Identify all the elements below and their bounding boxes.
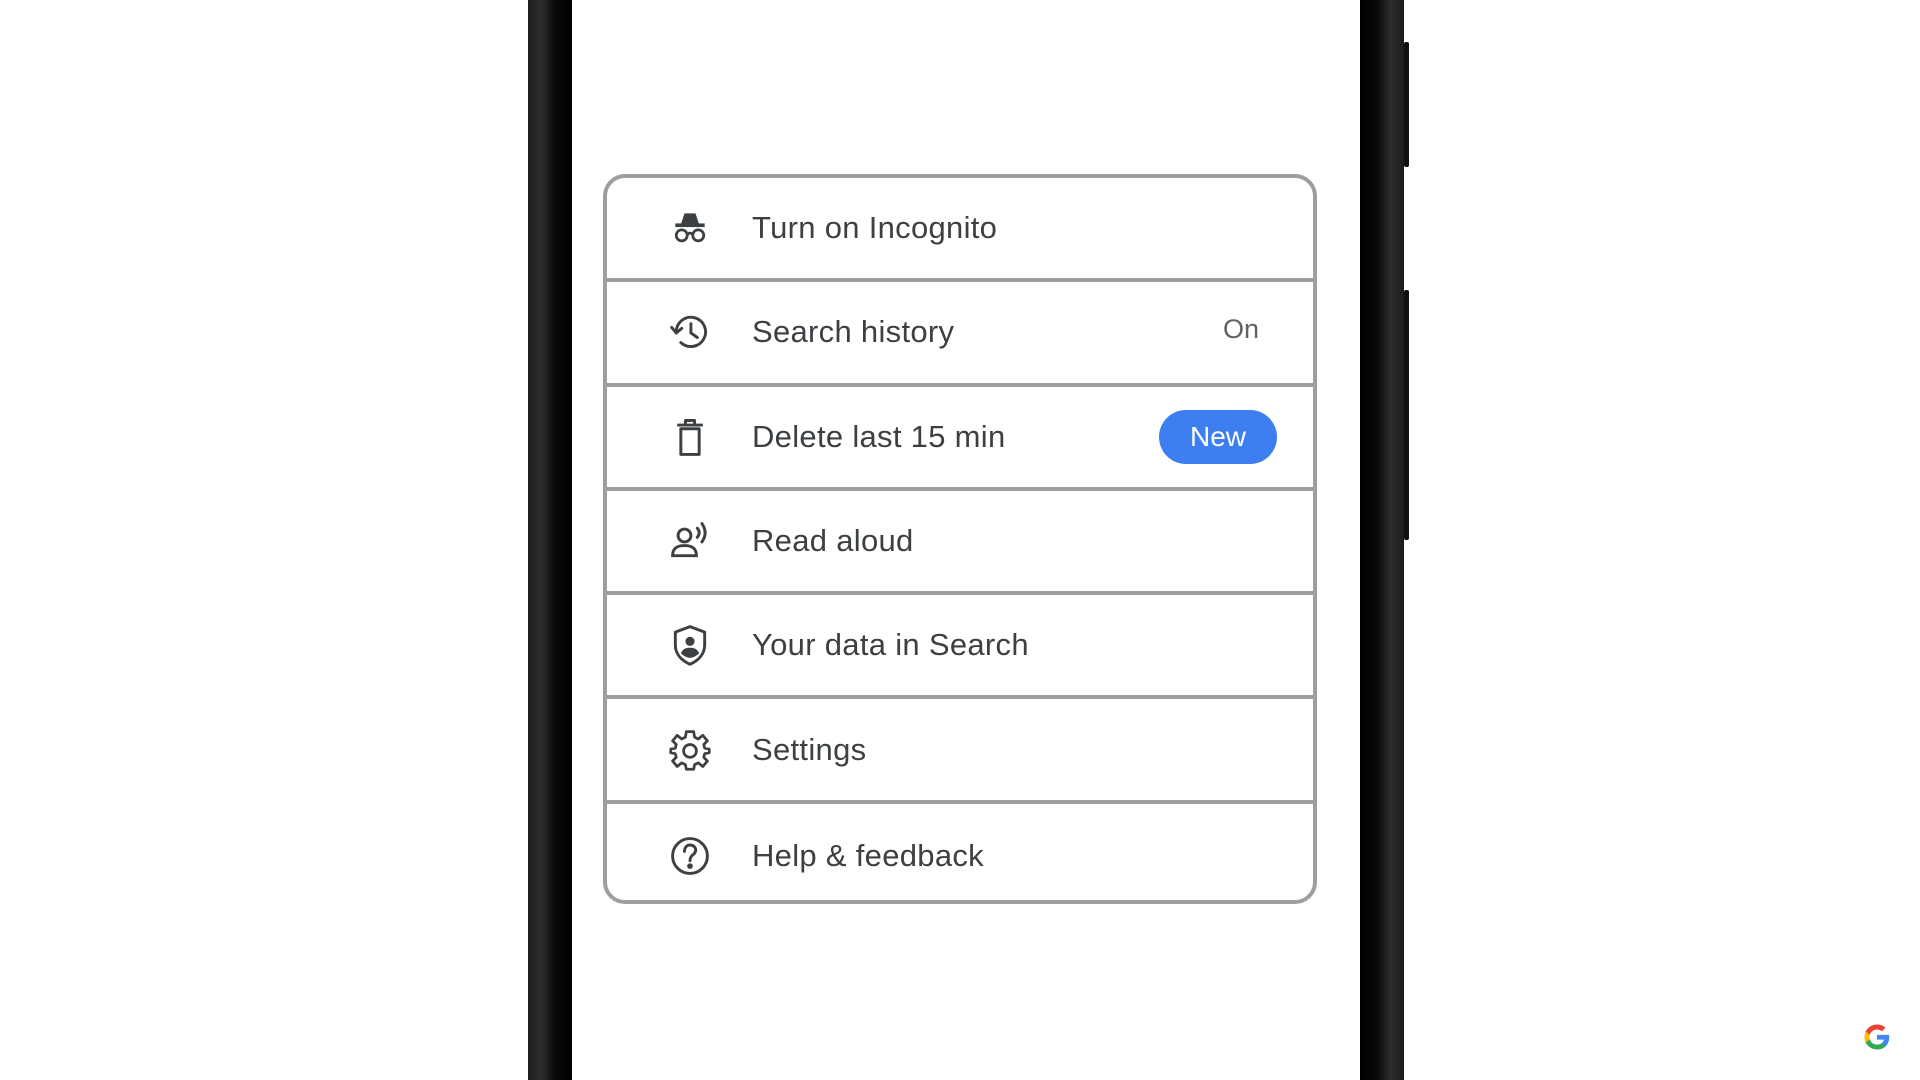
phone-power-button <box>1404 42 1409 167</box>
google-g-logo <box>1864 1024 1890 1050</box>
new-badge: New <box>1159 409 1277 464</box>
menu-item-incognito[interactable]: Turn on Incognito <box>607 178 1313 283</box>
menu-item-search-history[interactable]: Search history On <box>607 282 1313 387</box>
menu-item-label: Delete last 15 min <box>752 418 1006 454</box>
stage: Turn on Incognito Search history On Dele… <box>0 0 1920 1080</box>
incognito-icon <box>666 204 714 252</box>
gear-icon <box>666 726 714 774</box>
menu-item-help-feedback[interactable]: Help & feedback <box>607 804 1313 900</box>
history-icon <box>666 308 714 356</box>
read-aloud-icon <box>666 517 714 565</box>
help-icon <box>666 832 714 880</box>
menu-item-settings[interactable]: Settings <box>607 699 1313 804</box>
menu-item-label: Turn on Incognito <box>752 210 998 246</box>
menu-item-your-data-in-search[interactable]: Your data in Search <box>607 595 1313 700</box>
phone-volume-button <box>1404 290 1409 540</box>
shield-person-icon <box>666 621 714 669</box>
phone-frame-right <box>1360 0 1404 1080</box>
search-history-status: On <box>1222 314 1259 345</box>
menu-item-label: Read aloud <box>752 523 914 559</box>
menu-item-label: Your data in Search <box>752 627 1029 663</box>
account-menu: Turn on Incognito Search history On Dele… <box>603 174 1317 904</box>
menu-item-read-aloud[interactable]: Read aloud <box>607 491 1313 596</box>
menu-item-label: Search history <box>752 314 955 350</box>
menu-item-label: Settings <box>752 731 867 767</box>
menu-item-delete-last-15-min[interactable]: Delete last 15 min New <box>607 387 1313 491</box>
menu-item-label: Help & feedback <box>752 837 984 873</box>
phone-frame-left <box>528 0 572 1080</box>
trash-icon <box>666 413 714 461</box>
